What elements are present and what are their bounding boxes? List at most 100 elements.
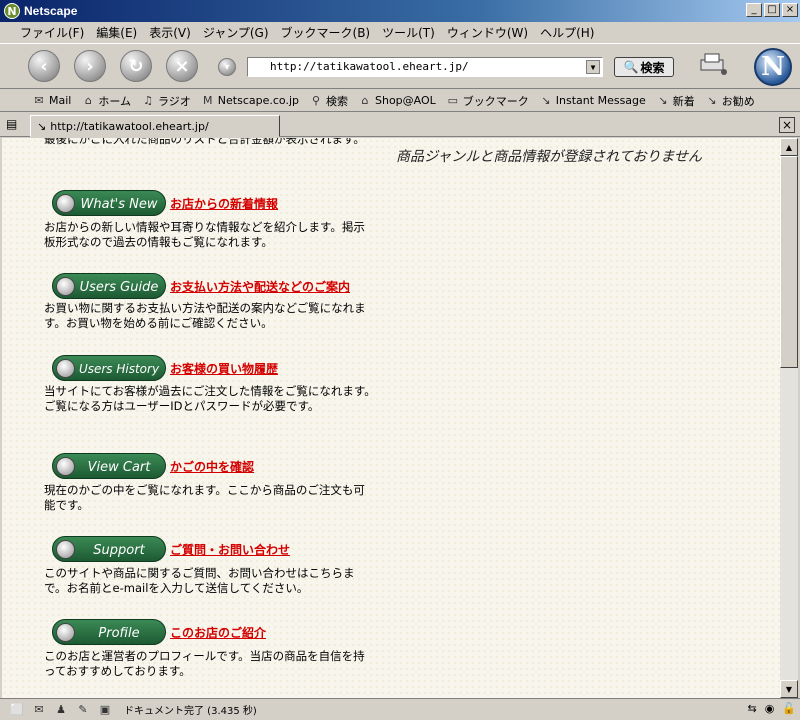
close-tab-button[interactable]: × (779, 117, 795, 133)
netscape-logo-icon: N (4, 3, 20, 19)
menu-bar: ファイル(F) 編集(E) 表示(V) ジャンプ(G) ブックマーク(B) ツー… (0, 22, 800, 42)
button-knob-icon (56, 194, 75, 213)
forward-button[interactable]: › (74, 50, 106, 82)
link-icon: ↘ (707, 94, 717, 107)
toolbar-item-recommend[interactable]: ↘ お勧め (705, 93, 755, 109)
lock-icon: 🔓 (782, 702, 796, 715)
users-guide-button[interactable]: Users Guide (52, 273, 166, 299)
view-cart-link[interactable]: かごの中を確認 (170, 458, 254, 475)
toolbar-item-new[interactable]: ↘ 新着 (656, 93, 695, 109)
url-text: http://tatikawatool.eheart.jp/ (270, 60, 469, 73)
shop-icon: ⌂ (361, 94, 369, 107)
url-dropdown-icon[interactable]: ▼ (586, 60, 600, 74)
search-icon: ⚲ (311, 94, 321, 107)
scroll-down-button[interactable]: ▼ (780, 680, 798, 698)
tab-current[interactable]: ↘ http://tatikawatool.eheart.jp/ (30, 115, 280, 137)
toolbar-item-shop[interactable]: ⌂ Shop@AOL (358, 94, 436, 107)
users-history-button[interactable]: Users History (52, 355, 166, 381)
mail-icon: ✉ (34, 94, 44, 107)
menu-go[interactable]: ジャンプ(G) (203, 24, 269, 41)
button-knob-icon (56, 540, 75, 559)
print-icon[interactable] (698, 52, 728, 76)
composer-icon[interactable]: ✎ (74, 703, 92, 717)
button-knob-icon (56, 623, 75, 642)
menu-view[interactable]: 表示(V) (149, 24, 191, 41)
back-arrow-icon: ‹ (40, 55, 48, 77)
profile-link[interactable]: このお店のご紹介 (170, 624, 266, 641)
support-button[interactable]: Support (52, 536, 166, 562)
menu-help[interactable]: ヘルプ(H) (540, 24, 594, 41)
title-bar: N Netscape _ □ × (0, 0, 800, 22)
back-button[interactable]: ‹ (28, 50, 60, 82)
security-icon: ◉ (764, 702, 775, 715)
whats-new-button[interactable]: What's New (52, 190, 166, 216)
users-history-link[interactable]: お客様の買い物履歴 (170, 360, 278, 377)
address-book-icon[interactable]: ▣ (96, 703, 114, 717)
reload-icon: ↻ (128, 55, 144, 77)
url-input[interactable]: http://tatikawatool.eheart.jp/ ▼ (247, 57, 603, 77)
button-knob-icon (56, 359, 75, 378)
radio-icon: ♫ (143, 94, 153, 107)
forward-arrow-icon: › (86, 55, 94, 77)
navigator-icon[interactable]: ⬜ (8, 703, 26, 717)
toolbar-item-radio[interactable]: ♫ ラジオ (141, 93, 191, 109)
mail-icon[interactable]: ✉ (30, 703, 48, 717)
whats-new-link[interactable]: お店からの新着情報 (170, 195, 278, 212)
tab-label: http://tatikawatool.eheart.jp/ (50, 119, 209, 133)
profile-button[interactable]: Profile (52, 619, 166, 645)
history-dropdown-button[interactable]: ▾ (218, 58, 236, 76)
aim-icon[interactable]: ♟ (52, 703, 70, 717)
chevron-down-icon: ▾ (224, 61, 230, 73)
link-icon: ↘ (658, 94, 668, 107)
users-guide-description: お買い物に関するお支払い方法や配送の案内などご覧になれます。お買い物を始める前に… (44, 301, 366, 330)
connection-icon: ⇆ (747, 702, 757, 715)
window-title: Netscape (24, 4, 78, 18)
menu-bookmarks[interactable]: ブックマーク(B) (281, 24, 371, 41)
stop-icon: × (174, 55, 190, 77)
link-icon: ↘ (541, 94, 551, 107)
menu-edit[interactable]: 編集(E) (96, 24, 137, 41)
toolbar-item-search[interactable]: ⚲ 検索 (309, 93, 348, 109)
whats-new-description: お店からの新しい情報や耳寄りな情報などを紹介します。掲示板形式なので過去の情報も… (44, 220, 365, 249)
view-cart-description: 現在のかごの中をご覧になれます。ここから商品のご注文も可能です。 (44, 483, 365, 512)
maximize-button[interactable]: □ (764, 3, 780, 17)
users-history-description: 当サイトにてお客様が過去にご注文した情報をご覧になれます。ご覧になる方はユーザー… (44, 384, 376, 413)
search-button-label: 検索 (640, 60, 665, 75)
support-description: このサイトや商品に関するご質問、お問い合わせはこちらまで。お名前とe-mailを… (44, 566, 355, 595)
navigation-toolbar: ‹ › ↻ × ▾ http://tatikawatool.eheart.jp/… (0, 43, 800, 89)
menu-window[interactable]: ウィンドウ(W) (447, 24, 528, 41)
toolbar-item-instant-message[interactable]: ↘ Instant Message (539, 94, 646, 107)
magnifier-icon: 🔍 (623, 60, 639, 74)
reload-button[interactable]: ↻ (120, 50, 152, 82)
toolbar-item-home[interactable]: ⌂ ホーム (81, 93, 131, 109)
scroll-up-button[interactable]: ▲ (780, 138, 798, 156)
toolbar-item-netscape[interactable]: M Netscape.co.jp (201, 94, 299, 107)
netscape-throbber-icon[interactable]: N (754, 48, 792, 86)
bookmarks-icon: ▭ (447, 94, 458, 107)
scroll-thumb[interactable] (780, 156, 798, 368)
no-products-message: 商品ジャンルと商品情報が登録されておりません (396, 149, 703, 165)
support-link[interactable]: ご質問・お問い合わせ (170, 541, 290, 558)
button-knob-icon (56, 277, 75, 296)
status-bar: ⬜ ✉ ♟ ✎ ▣ ドキュメント完了 (3.435 秒) ⇆ ◉ 🔓 (0, 698, 800, 720)
search-button[interactable]: 🔍 検索 (614, 57, 674, 77)
vertical-scrollbar[interactable]: ▲ ▼ (780, 138, 798, 698)
my-netscape-icon: M (203, 94, 213, 107)
minimize-button[interactable]: _ (746, 3, 762, 17)
toolbar-item-mail[interactable]: ✉ Mail (32, 94, 71, 107)
new-tab-icon[interactable]: ▤ (6, 117, 24, 133)
close-window-button[interactable]: × (782, 3, 798, 17)
menu-tools[interactable]: ツール(T) (382, 24, 435, 41)
page-content: 最後にかごに入れた商品のリストと合計金額が表示されます。 商品ジャンルと商品情報… (2, 138, 780, 698)
status-text: ドキュメント完了 (3.435 秒) (124, 706, 257, 717)
view-cart-button[interactable]: View Cart (52, 453, 166, 479)
toolbar-item-bookmarks[interactable]: ▭ ブックマーク (446, 93, 529, 109)
tab-bar: ▤ ↘ http://tatikawatool.eheart.jp/ × (0, 113, 800, 137)
personal-toolbar: ✉ Mail ⌂ ホーム ♫ ラジオ M Netscape.co.jp ⚲ 検索 ⌂ Sho… (0, 90, 800, 112)
stop-button[interactable]: × (166, 50, 198, 82)
menu-file[interactable]: ファイル(F) (20, 24, 84, 41)
profile-description: このお店と運営者のプロフィールです。当店の商品を自信を持っておすすめしております… (44, 649, 365, 678)
users-guide-link[interactable]: お支払い方法や配送などのご案内 (170, 278, 350, 295)
button-knob-icon (56, 457, 75, 476)
cut-off-description: 最後にかごに入れた商品のリストと合計金額が表示されます。 (44, 138, 365, 146)
